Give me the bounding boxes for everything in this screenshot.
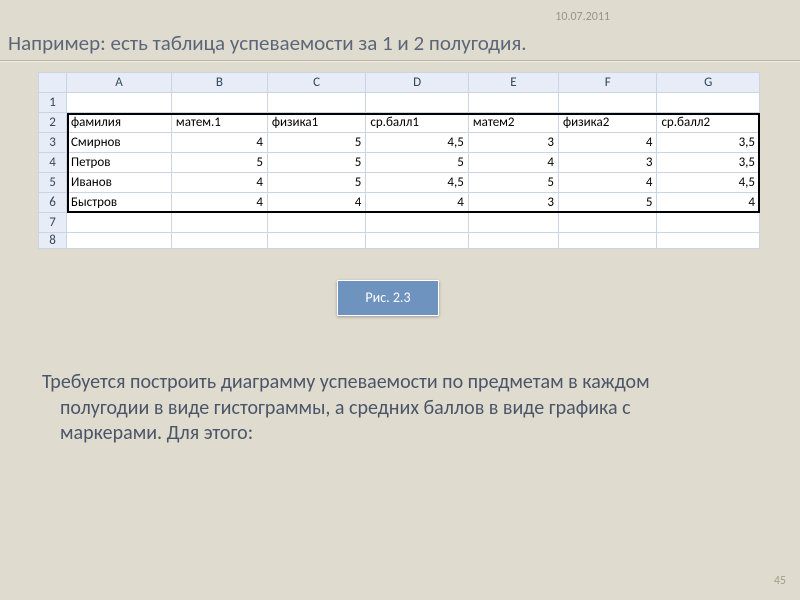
cell[interactable] xyxy=(657,233,760,249)
cell[interactable]: физика2 xyxy=(559,113,657,133)
cell[interactable] xyxy=(267,233,365,249)
col-header[interactable]: A xyxy=(67,73,172,93)
cell[interactable] xyxy=(468,233,558,249)
cell[interactable]: Иванов xyxy=(67,173,172,193)
cell[interactable]: ср.балл1 xyxy=(366,113,469,133)
cell[interactable]: 4 xyxy=(366,193,469,213)
cell[interactable]: ср.балл2 xyxy=(657,113,760,133)
cell[interactable]: Смирнов xyxy=(67,133,172,153)
cell[interactable]: Петров xyxy=(67,153,172,173)
cell[interactable]: 5 xyxy=(267,153,365,173)
page-number: 45 xyxy=(774,574,786,588)
cell[interactable] xyxy=(559,233,657,249)
col-header[interactable]: E xyxy=(468,73,558,93)
row-header[interactable]: 6 xyxy=(39,193,67,213)
cell[interactable]: матем.1 xyxy=(171,113,267,133)
cell[interactable] xyxy=(366,213,469,233)
cell[interactable]: фамилия xyxy=(67,113,172,133)
cell[interactable] xyxy=(67,213,172,233)
cell[interactable]: 4 xyxy=(171,173,267,193)
cell[interactable]: 5 xyxy=(267,173,365,193)
cell[interactable]: 4 xyxy=(171,193,267,213)
slide-date: 10.07.2011 xyxy=(555,10,610,24)
cell[interactable]: 5 xyxy=(171,153,267,173)
cell[interactable]: физика1 xyxy=(267,113,365,133)
cell[interactable]: 3 xyxy=(468,133,558,153)
slide-title: Например: есть таблица успеваемости за 1… xyxy=(8,30,527,56)
cell[interactable] xyxy=(171,233,267,249)
row-header[interactable]: 2 xyxy=(39,113,67,133)
cell[interactable]: матем2 xyxy=(468,113,558,133)
cell[interactable] xyxy=(366,93,469,113)
title-underline xyxy=(0,60,800,62)
corner-cell[interactable] xyxy=(39,73,67,93)
cell[interactable]: 4,5 xyxy=(366,173,469,193)
cell[interactable]: 4 xyxy=(559,133,657,153)
cell[interactable]: 5 xyxy=(366,153,469,173)
col-header[interactable]: D xyxy=(366,73,469,93)
row-header[interactable]: 7 xyxy=(39,213,67,233)
figure-label: Рис. 2.3 xyxy=(337,280,439,316)
cell[interactable] xyxy=(559,213,657,233)
cell[interactable]: 3 xyxy=(468,193,558,213)
cell[interactable] xyxy=(559,93,657,113)
col-header[interactable]: C xyxy=(267,73,365,93)
cell[interactable] xyxy=(67,233,172,249)
cell[interactable] xyxy=(171,213,267,233)
cell[interactable]: 5 xyxy=(559,193,657,213)
cell[interactable]: 5 xyxy=(468,173,558,193)
row-header[interactable]: 5 xyxy=(39,173,67,193)
cell[interactable]: 4 xyxy=(267,193,365,213)
cell[interactable] xyxy=(657,213,760,233)
row-header[interactable]: 8 xyxy=(39,233,67,249)
cell[interactable] xyxy=(366,233,469,249)
cell[interactable]: 4,5 xyxy=(366,133,469,153)
cell[interactable]: 4 xyxy=(559,173,657,193)
cell[interactable] xyxy=(267,93,365,113)
cell[interactable]: 3 xyxy=(559,153,657,173)
col-header[interactable]: G xyxy=(657,73,760,93)
cell[interactable] xyxy=(657,93,760,113)
cell[interactable] xyxy=(267,213,365,233)
cell[interactable] xyxy=(171,93,267,113)
col-header[interactable]: B xyxy=(171,73,267,93)
cell[interactable]: Быстров xyxy=(67,193,172,213)
cell[interactable] xyxy=(468,93,558,113)
cell[interactable] xyxy=(468,213,558,233)
spreadsheet: A B C D E F G 1 2 фамилия матем.1 физика… xyxy=(38,72,760,249)
cell[interactable]: 4,5 xyxy=(657,173,760,193)
row-header[interactable]: 3 xyxy=(39,133,67,153)
cell[interactable]: 3,5 xyxy=(657,133,760,153)
spreadsheet-table: A B C D E F G 1 2 фамилия матем.1 физика… xyxy=(38,72,760,249)
cell[interactable]: 4 xyxy=(171,133,267,153)
row-header[interactable]: 1 xyxy=(39,93,67,113)
row-header[interactable]: 4 xyxy=(39,153,67,173)
body-paragraph: Требуется построить диаграмму успеваемос… xyxy=(42,370,700,447)
cell[interactable]: 5 xyxy=(267,133,365,153)
col-header[interactable]: F xyxy=(559,73,657,93)
cell[interactable] xyxy=(67,93,172,113)
cell[interactable]: 3,5 xyxy=(657,153,760,173)
cell[interactable]: 4 xyxy=(468,153,558,173)
cell[interactable]: 4 xyxy=(657,193,760,213)
